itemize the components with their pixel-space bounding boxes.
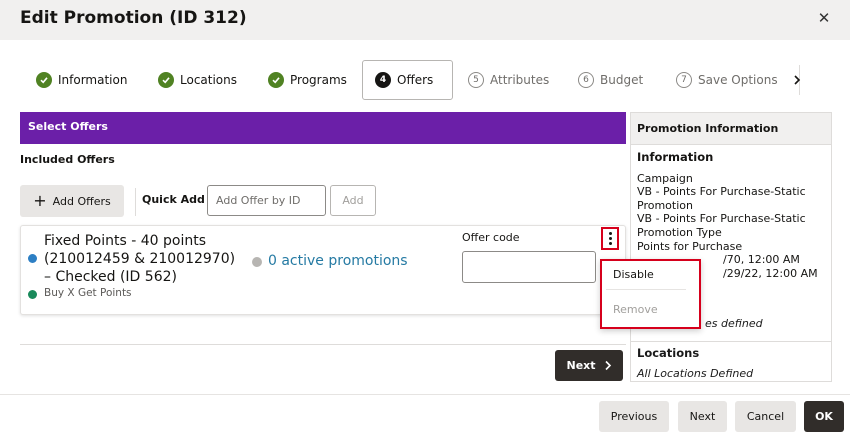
step-budget[interactable]: 6 Budget (578, 60, 643, 100)
promotion-info-header: Promotion Information (631, 113, 831, 145)
step-programs[interactable]: Programs (268, 60, 347, 100)
add-offers-label: Add Offers (52, 194, 111, 208)
info-divider (631, 341, 831, 342)
info-line: VB - Points For Purchase-Static Promotio… (637, 185, 806, 212)
step-label: Information (58, 73, 128, 87)
panel-divider (20, 344, 626, 345)
menu-item-disable[interactable]: Disable (613, 268, 654, 281)
offer-name: Fixed Points - 40 points (210012459 & 21… (44, 233, 236, 285)
active-promotions-link[interactable]: 0 active promotions (268, 253, 408, 269)
offer-type: Buy X Get Points (44, 287, 132, 299)
dialog-header: Edit Promotion (ID 312) ✕ (0, 0, 850, 40)
menu-item-remove: Remove (613, 303, 658, 316)
step-train: Information Locations Programs 4 Offers … (20, 60, 810, 100)
step-label: Locations (180, 73, 238, 87)
chevron-right-icon (604, 360, 611, 371)
step-locations[interactable]: Locations (158, 60, 237, 100)
information-title: Information (637, 150, 714, 164)
offer-status-dot (28, 254, 37, 263)
step-number-badge: 4 (375, 72, 391, 88)
promotions-status-dot (252, 257, 262, 267)
step-label: Attributes (490, 73, 550, 87)
ok-button[interactable]: OK (804, 401, 844, 432)
step-attributes[interactable]: 5 Attributes (468, 60, 549, 100)
dialog-title: Edit Promotion (ID 312) (20, 8, 247, 28)
next-button[interactable]: Next (678, 401, 727, 432)
info-defined-partial: es defined (705, 317, 763, 330)
menu-divider (606, 289, 686, 290)
step-label: Budget (600, 73, 644, 87)
step-number-badge: 6 (578, 72, 594, 88)
offer-code-input[interactable] (462, 251, 596, 283)
check-icon (158, 72, 174, 88)
info-line: Campaign (637, 171, 693, 185)
plus-icon: + (33, 191, 47, 210)
locations-value: All Locations Defined (637, 367, 754, 380)
offer-type-dot (28, 290, 37, 299)
more-actions-kebab-icon[interactable] (601, 227, 619, 250)
step-number-badge: 5 (468, 72, 484, 88)
cancel-button[interactable]: Cancel (735, 401, 796, 432)
info-line: VB - Points For Purchase-Static Promotio… (637, 212, 806, 239)
close-icon[interactable]: ✕ (814, 8, 834, 28)
step-save-options[interactable]: 7 Save Options (676, 60, 778, 100)
quick-add-label: Quick Add (142, 193, 205, 206)
locations-title: Locations (637, 346, 700, 360)
add-offers-button[interactable]: + Add Offers (20, 185, 124, 217)
train-next-chevron-icon[interactable] (784, 68, 810, 92)
check-icon (268, 72, 284, 88)
step-number-badge: 7 (676, 72, 692, 88)
footer-divider (0, 394, 850, 395)
info-line: Points for Purchase (637, 239, 743, 253)
panel-next-button[interactable]: Next (555, 350, 623, 381)
offer-actions-menu: Disable Remove (600, 259, 701, 329)
step-label: Offers (397, 73, 434, 87)
select-offers-header: Select Offers (20, 112, 626, 144)
check-icon (36, 72, 52, 88)
step-label: Save Options (698, 73, 778, 87)
included-offers-label: Included Offers (20, 153, 115, 166)
step-information[interactable]: Information (36, 60, 127, 100)
step-offers[interactable]: 4 Offers (362, 60, 453, 100)
offer-card: Fixed Points - 40 points (210012459 & 21… (20, 225, 626, 315)
panel-next-label: Next (566, 359, 596, 372)
quick-add-divider (135, 188, 136, 216)
step-label: Programs (290, 73, 347, 87)
quick-add-button[interactable]: Add (330, 185, 376, 216)
quick-add-input[interactable]: Add Offer by ID (207, 185, 326, 216)
previous-button[interactable]: Previous (599, 401, 669, 432)
offer-code-label: Offer code (462, 231, 520, 244)
promotion-info-panel: Promotion Information Information Campai… (630, 112, 832, 382)
